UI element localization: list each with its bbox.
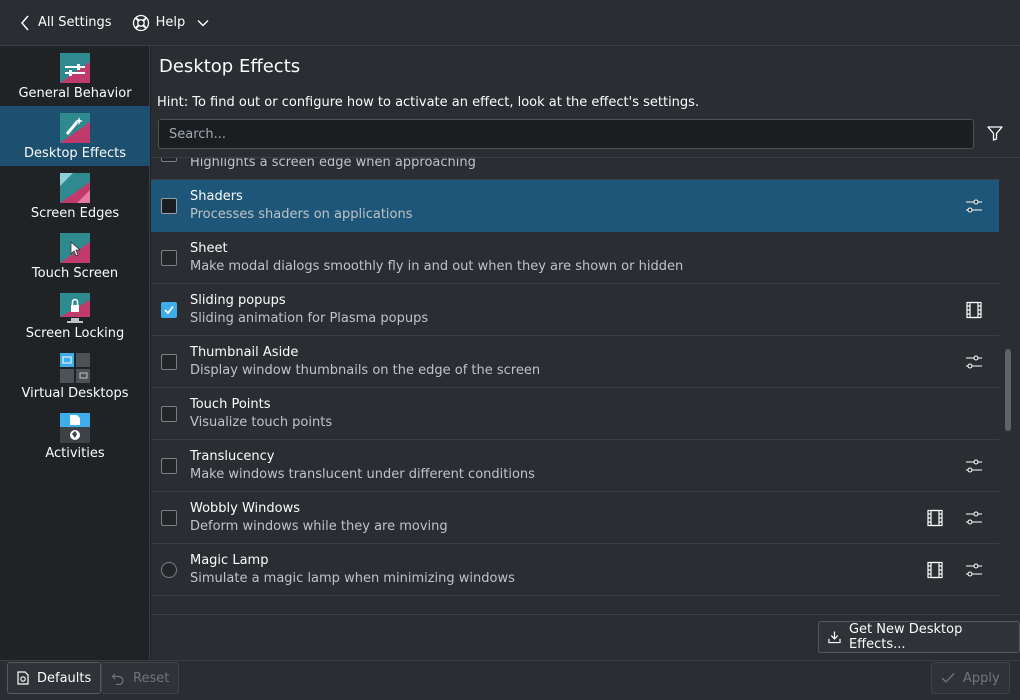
document-defaults-icon bbox=[17, 671, 29, 685]
undo-icon bbox=[111, 673, 124, 685]
effect-name: Translucency bbox=[190, 449, 275, 464]
activities-icon bbox=[60, 413, 90, 443]
reset-label: Reset bbox=[133, 670, 170, 686]
get-new-row: Get New Desktop Effects... bbox=[151, 614, 1020, 660]
all-settings-button[interactable]: All Settings bbox=[12, 7, 120, 39]
general-behavior-icon bbox=[60, 53, 90, 83]
page-title: Desktop Effects bbox=[159, 56, 301, 77]
sidebar-item-screen-locking[interactable]: Screen Locking bbox=[0, 286, 150, 346]
effect-description: Simulate a magic lamp when minimizing wi… bbox=[190, 571, 515, 586]
effect-name: Magic Lamp bbox=[190, 553, 269, 568]
effect-row[interactable]: Thumbnail Aside Display window thumbnails… bbox=[151, 336, 999, 388]
effect-name: Wobbly Windows bbox=[190, 501, 301, 516]
effect-name: Touch Points bbox=[190, 397, 271, 412]
effect-row[interactable]: Shaders Processes shaders on applications bbox=[151, 180, 999, 232]
effect-name: Thumbnail Aside bbox=[190, 345, 299, 360]
effect-checkbox[interactable] bbox=[161, 354, 177, 370]
effect-row[interactable]: Translucency Make windows translucent und… bbox=[151, 440, 999, 492]
effect-row[interactable]: Sheet Make modal dialogs smoothly fly in … bbox=[151, 232, 999, 284]
download-icon bbox=[828, 631, 841, 644]
defaults-button[interactable]: Defaults bbox=[7, 662, 102, 694]
effect-row[interactable]: Screen EdgeHighlights a screen edge when… bbox=[151, 157, 999, 180]
defaults-label: Defaults bbox=[37, 670, 92, 686]
effect-name: Sheet bbox=[190, 241, 228, 256]
effect-description: Sliding animation for Plasma popups bbox=[190, 311, 429, 326]
touch-screen-icon bbox=[60, 233, 90, 263]
sidebar-item-label: Screen Locking bbox=[25, 326, 125, 341]
effects-list[interactable]: Screen EdgeHighlights a screen edge when… bbox=[151, 157, 1020, 614]
effect-radio[interactable] bbox=[161, 562, 177, 578]
apply-label: Apply bbox=[963, 670, 1000, 686]
hint-text: Hint: To find out or configure how to ac… bbox=[157, 95, 700, 110]
sidebar-item-touch-screen[interactable]: Touch Screen bbox=[0, 226, 150, 286]
effect-row[interactable]: Sliding popups Sliding animation for Plas… bbox=[151, 284, 999, 336]
apply-button[interactable]: Apply bbox=[931, 662, 1010, 694]
desktop-effects-icon bbox=[60, 113, 90, 143]
effect-row[interactable]: Magic Lamp Simulate a magic lamp when min… bbox=[151, 544, 999, 596]
configure-icon[interactable] bbox=[965, 457, 983, 475]
get-new-effects-label: Get New Desktop Effects... bbox=[848, 622, 963, 652]
chevron-down-icon bbox=[197, 19, 209, 26]
sidebar-item-label: Touch Screen bbox=[31, 266, 119, 281]
effect-name: Sliding popups bbox=[190, 293, 286, 308]
reset-button[interactable]: Reset bbox=[101, 662, 180, 694]
configure-icon[interactable] bbox=[965, 197, 983, 215]
effect-description: Processes shaders on applications bbox=[190, 207, 413, 222]
sidebar-item-label: General Behavior bbox=[18, 86, 132, 101]
effect-description: Make modal dialogs smoothly fly in and o… bbox=[190, 259, 684, 274]
sidebar: General Behavior Desktop Effects Screen … bbox=[0, 46, 150, 660]
help-icon bbox=[132, 14, 149, 31]
search-input[interactable] bbox=[158, 119, 974, 149]
main-panel: Desktop Effects Hint: To find out or con… bbox=[151, 46, 1020, 614]
effect-checkbox[interactable] bbox=[161, 510, 177, 526]
effect-checkbox[interactable] bbox=[161, 406, 177, 422]
bottom-bar: Defaults Reset Apply bbox=[0, 660, 1020, 700]
sidebar-item-label: Activities bbox=[45, 446, 105, 461]
scrollbar-thumb[interactable] bbox=[1005, 349, 1011, 431]
configure-icon[interactable] bbox=[965, 353, 983, 371]
effect-row[interactable]: Wobbly Windows Deform windows while they … bbox=[151, 492, 999, 544]
sidebar-item-general-behavior[interactable]: General Behavior bbox=[0, 46, 150, 106]
effect-checkbox[interactable] bbox=[161, 158, 177, 162]
effect-description: Visualize touch points bbox=[190, 415, 333, 430]
effect-description: Highlights a screen edge when approachin… bbox=[190, 157, 476, 170]
effect-checkbox[interactable] bbox=[161, 458, 177, 474]
back-arrow-icon bbox=[21, 15, 29, 30]
effect-checkbox[interactable] bbox=[161, 198, 177, 214]
sidebar-item-label: Desktop Effects bbox=[24, 146, 126, 161]
top-toolbar: All Settings Help bbox=[0, 0, 1020, 46]
video-preview-icon[interactable] bbox=[965, 301, 983, 319]
filter-icon bbox=[987, 126, 1003, 141]
screen-locking-icon bbox=[60, 293, 90, 323]
sidebar-item-label: Screen Edges bbox=[30, 206, 120, 221]
effect-description: Deform windows while they are moving bbox=[190, 519, 448, 534]
effect-description: Display window thumbnails on the edge of… bbox=[190, 363, 541, 378]
video-preview-icon[interactable] bbox=[926, 561, 944, 579]
effect-name: Shaders bbox=[190, 189, 243, 204]
filter-button[interactable] bbox=[986, 124, 1004, 146]
effect-row[interactable]: Touch Points Visualize touch points bbox=[151, 388, 999, 440]
configure-icon[interactable] bbox=[965, 509, 983, 527]
help-label: Help bbox=[155, 15, 186, 30]
sidebar-item-screen-edges[interactable]: Screen Edges bbox=[0, 166, 150, 226]
sidebar-item-activities[interactable]: Activities bbox=[0, 406, 150, 466]
sidebar-item-desktop-effects[interactable]: Desktop Effects bbox=[0, 106, 150, 166]
sidebar-item-label: Virtual Desktops bbox=[21, 386, 129, 401]
sidebar-item-virtual-desktops[interactable]: Virtual Desktops bbox=[0, 346, 150, 406]
screen-edges-icon bbox=[60, 173, 90, 203]
help-menu-button[interactable]: Help bbox=[124, 7, 218, 39]
configure-icon[interactable] bbox=[965, 561, 983, 579]
checkmark-icon bbox=[941, 673, 955, 683]
all-settings-label: All Settings bbox=[38, 15, 112, 30]
effect-checkbox[interactable] bbox=[161, 250, 177, 266]
get-new-effects-button[interactable]: Get New Desktop Effects... bbox=[818, 621, 1020, 653]
virtual-desktops-icon bbox=[60, 353, 90, 383]
effect-description: Make windows translucent under different… bbox=[190, 467, 535, 482]
video-preview-icon[interactable] bbox=[926, 509, 944, 527]
checkmark-icon bbox=[164, 305, 174, 315]
effect-checkbox[interactable] bbox=[161, 302, 177, 318]
